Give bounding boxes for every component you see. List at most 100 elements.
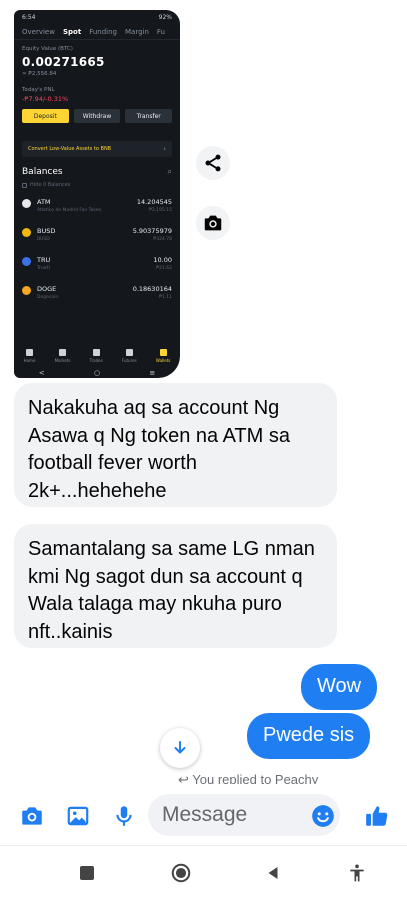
coin-fiat: ₱324.78 <box>153 237 172 242</box>
back-button[interactable] <box>260 860 286 886</box>
scroll-to-latest-button[interactable] <box>160 728 200 768</box>
outgoing-message[interactable]: Pwede sis <box>247 713 371 759</box>
shot-nav-wallets: Wallets <box>155 349 171 363</box>
checkbox-icon <box>22 182 27 188</box>
shot-tab-margin: Margin <box>124 27 149 36</box>
shot-nav-label: Wallets <box>155 358 171 363</box>
atm-coin-icon <box>22 199 31 208</box>
recents-button[interactable] <box>74 860 100 886</box>
arrow-down-icon <box>174 741 186 754</box>
shot-balances-header: Balances ⌕ <box>14 157 180 177</box>
menu-icon: ≡ <box>149 369 156 377</box>
coin-row: DOGE Dogecoin 0.18630164 ₱1.11 <box>14 279 180 308</box>
coin-symbol: TRU <box>37 256 51 264</box>
home-icon <box>26 349 33 356</box>
coin-amount: 10.00 <box>153 256 172 264</box>
home-icon: ○ <box>93 369 101 377</box>
emoji-button[interactable] <box>308 801 338 831</box>
coin-fiat: ₱2,195.15 <box>149 208 172 213</box>
coin-fiat: ₱1.11 <box>159 295 172 300</box>
coin-symbol: ATM <box>37 198 51 206</box>
shot-pnl-label: Today's PNL <box>22 87 55 93</box>
reply-note: ↩ You replied to Peachy <box>178 772 319 784</box>
shot-nav-markets: Markets <box>54 349 71 363</box>
home-icon <box>171 863 191 883</box>
trades-icon <box>92 349 100 356</box>
coin-amount: 0.18630164 <box>132 285 172 293</box>
camera-icon <box>22 807 42 825</box>
microphone-icon <box>116 806 132 826</box>
composer-bar <box>0 788 407 844</box>
shot-hide-small-label: Hide 0 Balances <box>30 182 71 188</box>
coin-symbol: DOGE <box>37 285 57 293</box>
emoji-icon <box>312 805 334 827</box>
camera-effects-button[interactable] <box>196 206 230 240</box>
incoming-message[interactable]: Samantalang sa same LG nman kmi Ng sagot… <box>14 524 337 648</box>
camera-button[interactable] <box>17 801 47 831</box>
voice-button[interactable] <box>109 801 139 831</box>
recents-icon <box>80 866 94 880</box>
shot-nav-label: Home <box>23 358 36 363</box>
coin-name: Atletico de Madrid Fan Token <box>37 208 102 213</box>
shot-deposit-button: Deposit <box>22 109 69 123</box>
doge-coin-icon <box>22 286 31 295</box>
camera-icon <box>204 215 222 231</box>
coin-name: BUSD <box>37 237 50 242</box>
bar-chart-icon <box>59 349 67 356</box>
shot-pnl-value: -₱7.94/-0.31% <box>22 95 69 103</box>
chat-screen: 6:54 92% Overview Spot Funding Margin Fu… <box>0 0 407 900</box>
shot-status-time: 6:54 <box>22 13 36 21</box>
coin-name: TrueFi <box>37 266 51 271</box>
share-icon <box>205 154 221 172</box>
back-icon <box>268 867 278 879</box>
shot-tab-overview: Overview <box>22 27 55 36</box>
gallery-button[interactable] <box>63 801 93 831</box>
shot-status-battery: 92% <box>158 13 172 21</box>
shared-screenshot[interactable]: 6:54 92% Overview Spot Funding Margin Fu… <box>14 10 180 378</box>
shot-withdraw-button: Withdraw <box>73 109 121 123</box>
shot-hide-small: Hide 0 Balances <box>14 177 180 188</box>
shot-convert-banner: Convert Low-Value Assets to BNB › <box>22 141 172 157</box>
shot-tab-futures: Fu <box>156 27 165 36</box>
shot-system-nav: < ○ ≡ <box>14 368 180 378</box>
like-button[interactable] <box>362 801 392 831</box>
coin-symbol: BUSD <box>37 227 56 235</box>
shot-equity-label: Equity Value (BTC) <box>22 46 73 52</box>
shot-nav-home: Home <box>23 349 36 363</box>
shot-bottom-nav: Home Markets Trades Futures Wallets <box>14 346 180 368</box>
shot-nav-trades: Trades <box>90 349 103 363</box>
shot-equity-value: 0.00271665 <box>22 55 105 69</box>
coin-amount: 14.204545 <box>136 198 172 206</box>
shot-tab-funding: Funding <box>89 27 117 36</box>
search-icon: ⌕ <box>167 167 172 176</box>
shot-convert-text: Convert Low-Value Assets to BNB <box>28 146 112 152</box>
shot-nav-label: Trades <box>89 358 103 363</box>
shot-nav-label: Futures <box>121 358 137 363</box>
coin-name: Dogecoin <box>37 295 59 300</box>
back-icon: < <box>38 369 45 377</box>
outgoing-message[interactable]: Wow <box>301 664 378 710</box>
share-button[interactable] <box>196 146 230 180</box>
accessibility-button[interactable] <box>344 860 370 886</box>
incoming-message[interactable]: Nakakuha aq sa account Ng Asawa q Ng tok… <box>14 383 337 507</box>
coin-amount: 5.90375979 <box>132 227 172 235</box>
tru-coin-icon <box>22 257 31 266</box>
shot-equity-fiat: ≈ ₱2,556.84 <box>22 71 57 77</box>
home-button[interactable] <box>168 860 194 886</box>
coin-row: TRU TrueFi 10.00 ₱21.62 <box>14 250 180 279</box>
wallet-icon <box>159 349 167 356</box>
system-navigation-bar <box>0 845 407 900</box>
gallery-icon <box>67 806 89 826</box>
busd-coin-icon <box>22 228 31 237</box>
accessibility-icon <box>350 864 364 882</box>
shot-nav-label: Markets <box>54 358 71 363</box>
shot-status-bar: 6:54 92% <box>14 10 180 24</box>
coin-fiat: ₱21.62 <box>156 266 172 271</box>
coin-row: ATM Atletico de Madrid Fan Token 14.20454… <box>14 192 180 221</box>
shot-transfer-button: Transfer <box>125 109 173 123</box>
coin-row: BUSD BUSD 5.90375979 ₱324.78 <box>14 221 180 250</box>
shot-balances-title: Balances <box>22 167 63 177</box>
shot-action-buttons: Deposit Withdraw Transfer <box>14 103 180 123</box>
shot-tab-spot: Spot <box>62 27 82 36</box>
futures-icon <box>125 349 133 356</box>
